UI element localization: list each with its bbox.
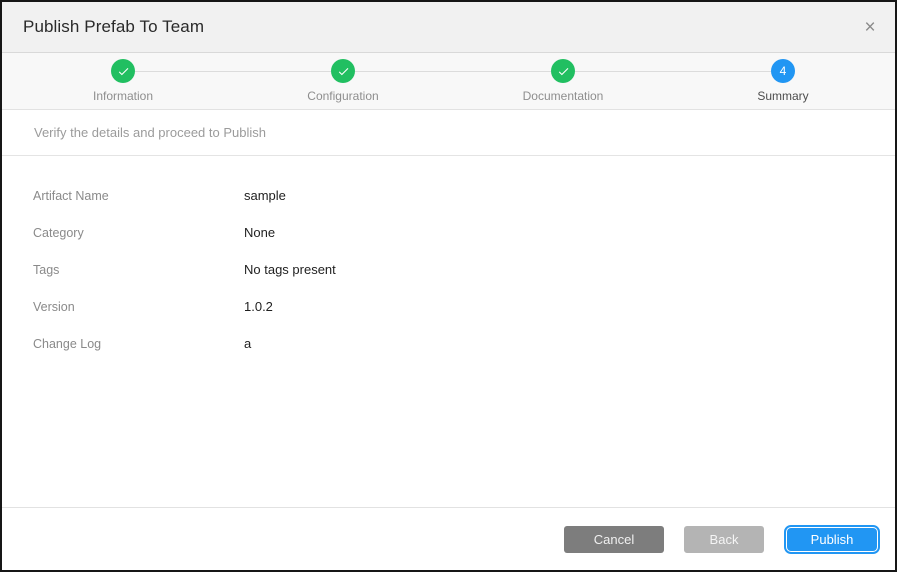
step-number: 4 xyxy=(780,64,787,78)
dialog-title: Publish Prefab To Team xyxy=(23,17,204,37)
detail-row-version: Version 1.0.2 xyxy=(33,288,895,325)
step-complete-check-icon xyxy=(551,59,575,83)
dialog-header: Publish Prefab To Team × xyxy=(2,2,895,53)
back-button[interactable]: Back xyxy=(684,526,764,553)
publish-button[interactable]: Publish xyxy=(787,528,877,551)
detail-row-category: Category None xyxy=(33,214,895,251)
summary-details: Artifact Name sample Category None Tags … xyxy=(2,156,895,507)
verify-message: Verify the details and proceed to Publis… xyxy=(34,125,266,140)
detail-row-tags: Tags No tags present xyxy=(33,251,895,288)
stepper: Information Configuration Documentation … xyxy=(2,53,895,110)
step-summary[interactable]: 4 Summary xyxy=(673,53,893,109)
step-label-configuration: Configuration xyxy=(307,89,378,103)
close-icon[interactable]: × xyxy=(859,16,881,38)
detail-value: No tags present xyxy=(244,262,336,277)
dialog-footer: Cancel Back Publish xyxy=(2,507,895,570)
step-documentation[interactable]: Documentation xyxy=(453,53,673,109)
detail-label: Tags xyxy=(33,263,244,277)
detail-value: a xyxy=(244,336,251,351)
detail-value: None xyxy=(244,225,275,240)
step-information[interactable]: Information xyxy=(13,53,233,109)
step-complete-check-icon xyxy=(331,59,355,83)
detail-label: Artifact Name xyxy=(33,189,244,203)
detail-value: 1.0.2 xyxy=(244,299,273,314)
detail-label: Category xyxy=(33,226,244,240)
step-label-summary: Summary xyxy=(757,89,808,103)
step-complete-check-icon xyxy=(111,59,135,83)
message-bar: Verify the details and proceed to Publis… xyxy=(2,110,895,156)
publish-prefab-dialog: Publish Prefab To Team × Information Con… xyxy=(0,0,897,572)
publish-button-focus-ring: Publish xyxy=(784,525,880,554)
step-configuration[interactable]: Configuration xyxy=(233,53,453,109)
detail-value: sample xyxy=(244,188,286,203)
detail-row-change-log: Change Log a xyxy=(33,325,895,362)
detail-row-artifact-name: Artifact Name sample xyxy=(33,177,895,214)
cancel-button[interactable]: Cancel xyxy=(564,526,664,553)
step-number-badge: 4 xyxy=(771,59,795,83)
detail-label: Version xyxy=(33,300,244,314)
detail-label: Change Log xyxy=(33,337,244,351)
step-label-documentation: Documentation xyxy=(523,89,604,103)
step-label-information: Information xyxy=(93,89,153,103)
